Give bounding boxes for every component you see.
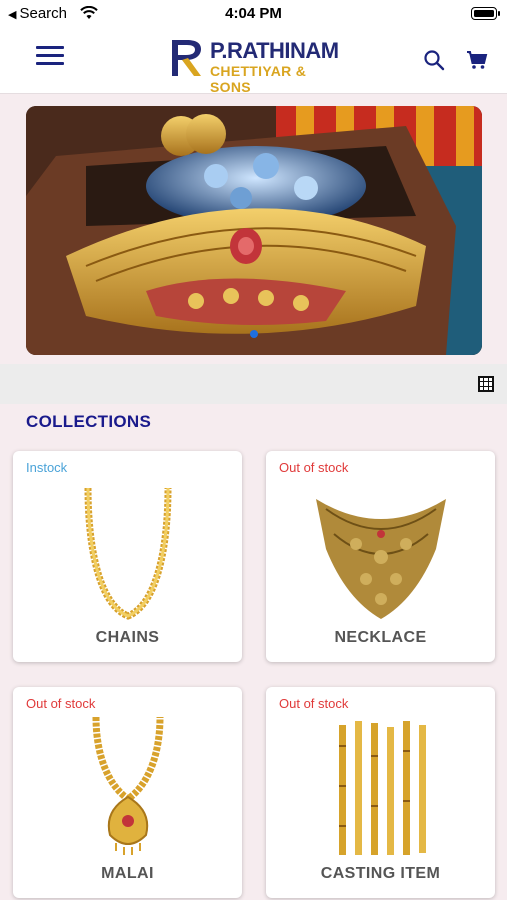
casting-bangles-image <box>266 715 495 865</box>
collection-name: CHAINS <box>95 629 160 646</box>
brand-name: P.RATHINAM <box>210 38 339 63</box>
status-bar: ◀ Search 4:04 PM <box>0 0 507 28</box>
collection-name: CASTING ITEM <box>320 865 441 882</box>
collection-card-casting-item[interactable]: Out of stock CASTING ITEM <box>266 687 495 898</box>
brand-logo: P.RATHINAM CHETTIYAR & SONS <box>168 34 339 95</box>
status-time: 4:04 PM <box>225 5 282 22</box>
carousel-dot-active[interactable] <box>250 330 258 338</box>
collection-name: MALAI <box>101 865 154 882</box>
grid-view-icon[interactable] <box>478 376 494 392</box>
banner-jewellery-image <box>26 106 482 355</box>
stock-status: Out of stock <box>279 696 349 711</box>
view-toolbar <box>0 364 507 404</box>
search-icon[interactable] <box>423 49 445 71</box>
stock-status: Out of stock <box>26 696 96 711</box>
battery-icon <box>471 7 500 20</box>
collection-card-malai[interactable]: Out of stock MALAI <box>13 687 242 898</box>
promo-banner-carousel[interactable] <box>26 106 482 355</box>
carousel-indicator[interactable] <box>26 325 482 343</box>
collection-card-chains[interactable]: Instock CHAINS <box>13 451 242 662</box>
malai-pendant-image <box>13 715 242 865</box>
cart-icon[interactable] <box>466 50 488 70</box>
brand-monogram-icon <box>172 40 201 76</box>
app-header: P.RATHINAM CHETTIYAR & SONS <box>0 28 507 95</box>
stock-status: Out of stock <box>279 460 349 475</box>
collections-heading: COLLECTIONS <box>26 412 152 431</box>
brand-subname: CHETTIYAR & SONS <box>210 63 307 95</box>
collection-name: NECKLACE <box>334 629 427 646</box>
collection-card-necklace[interactable]: Out of stock NECKLACE <box>266 451 495 662</box>
gold-chain-image <box>13 479 242 629</box>
hamburger-menu-button[interactable] <box>36 46 64 68</box>
necklace-image <box>266 479 495 629</box>
stock-status: Instock <box>26 460 68 475</box>
